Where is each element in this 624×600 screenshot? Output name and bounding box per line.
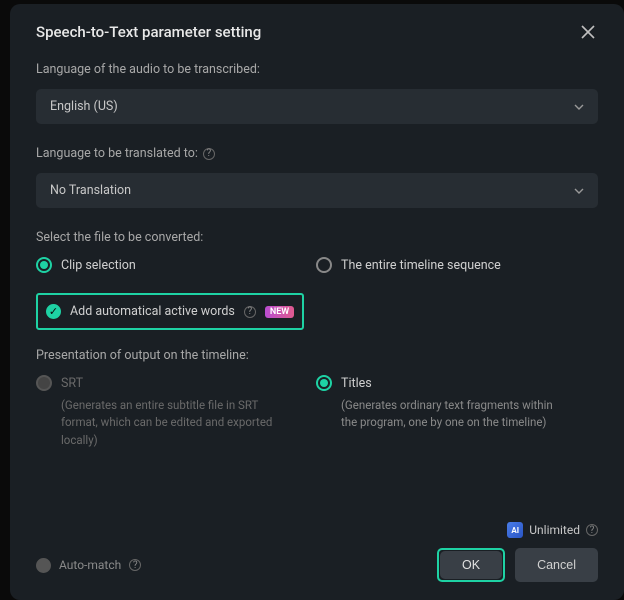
help-icon[interactable]: ? [586, 524, 598, 536]
radio-icon [316, 257, 332, 273]
transcribe-language-dropdown[interactable]: English (US) [36, 89, 598, 124]
ai-icon: AI [507, 522, 523, 538]
radio-titles[interactable]: Titles (Generates ordinary text fragment… [316, 375, 596, 449]
ok-button[interactable]: OK [440, 551, 502, 579]
new-badge: NEW [265, 306, 294, 318]
chevron-down-icon [574, 186, 584, 196]
chevron-down-icon [574, 102, 584, 112]
help-icon[interactable]: ? [203, 148, 215, 160]
radio-entire-timeline[interactable]: The entire timeline sequence [316, 257, 596, 273]
transcribe-label: Language of the audio to be transcribed: [36, 62, 598, 77]
help-icon[interactable]: ? [129, 559, 141, 571]
transcribe-value: English (US) [50, 99, 118, 114]
radio-icon [36, 375, 52, 391]
automatch-checkbox[interactable]: Auto-match ? [36, 558, 141, 573]
radio-clip-selection[interactable]: Clip selection [36, 257, 316, 273]
translate-label: Language to be translated to: ? [36, 146, 598, 161]
ok-button-highlight: OK [437, 548, 505, 582]
checkbox-icon: ✓ [46, 304, 61, 319]
modal-header: Speech-to-Text parameter setting [36, 22, 598, 42]
radio-icon [36, 257, 52, 273]
cancel-button[interactable]: Cancel [515, 548, 598, 582]
titles-description: (Generates ordinary text fragments withi… [316, 397, 566, 432]
close-icon [581, 25, 595, 39]
active-words-checkbox[interactable]: ✓ Add automatical active words ? NEW [36, 293, 304, 330]
button-row: OK Cancel [437, 548, 598, 582]
presentation-label: Presentation of output on the timeline: [36, 348, 598, 363]
translate-value: No Translation [50, 183, 131, 198]
file-select-label: Select the file to be converted: [36, 230, 598, 245]
file-select-radio-group: Clip selection The entire timeline seque… [36, 257, 598, 273]
radio-icon [316, 375, 332, 391]
stt-settings-modal: Speech-to-Text parameter setting Languag… [10, 4, 624, 600]
checkbox-icon [36, 558, 51, 573]
srt-description: (Generates an entire subtitle file in SR… [36, 397, 286, 449]
radio-srt[interactable]: SRT (Generates an entire subtitle file i… [36, 375, 316, 449]
help-icon[interactable]: ? [244, 306, 256, 318]
close-button[interactable] [578, 22, 598, 42]
modal-footer: AI Unlimited ? Auto-match ? OK Cancel [36, 522, 598, 582]
modal-title: Speech-to-Text parameter setting [36, 23, 261, 41]
presentation-radio-group: SRT (Generates an entire subtitle file i… [36, 375, 598, 449]
unlimited-status: AI Unlimited ? [36, 522, 598, 538]
translate-language-dropdown[interactable]: No Translation [36, 173, 598, 208]
